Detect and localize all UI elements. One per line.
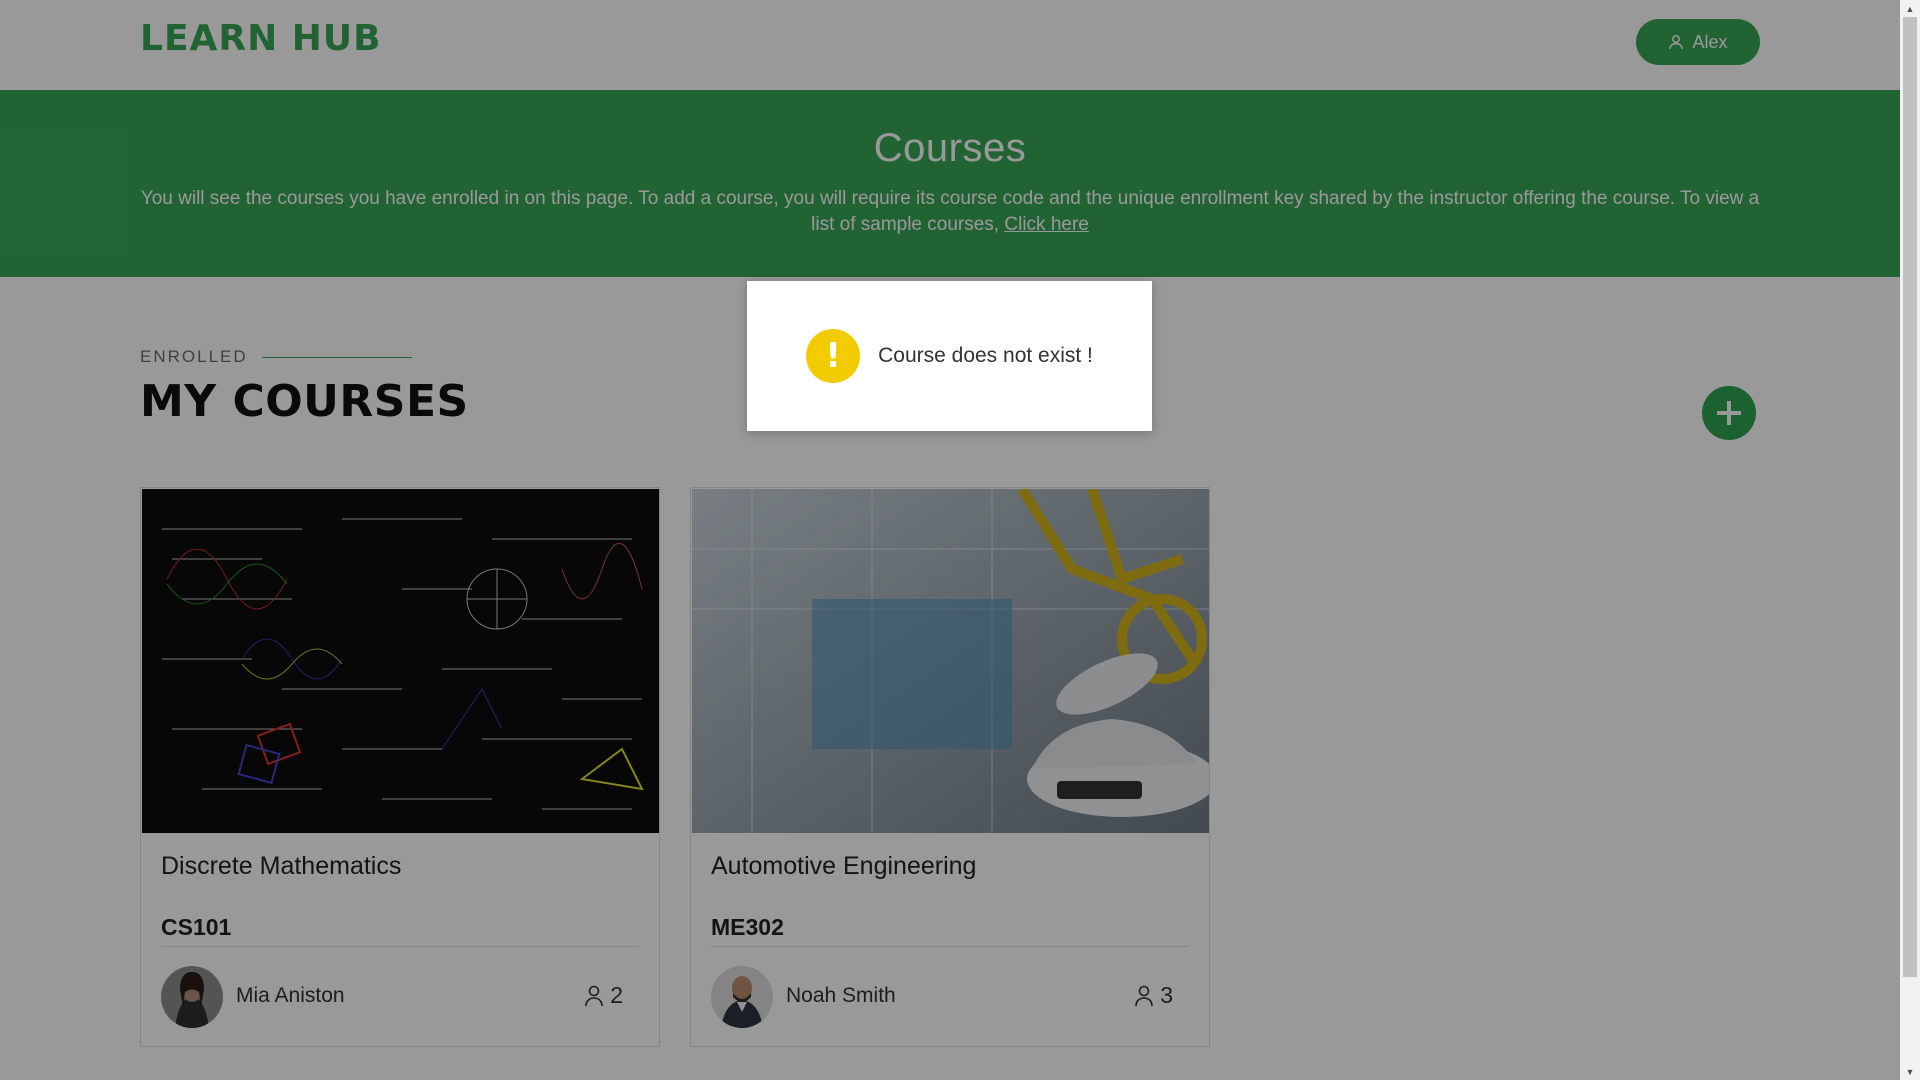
alert-message: Course does not exist ! bbox=[878, 344, 1093, 367]
alert-dialog: ! Course does not exist ! bbox=[747, 281, 1152, 431]
warning-icon: ! bbox=[806, 329, 861, 383]
scroll-up-arrow-icon[interactable]: ▲ bbox=[1900, 0, 1920, 17]
scrollbar-thumb[interactable] bbox=[1903, 17, 1917, 977]
vertical-scrollbar[interactable]: ▲ ▼ bbox=[1900, 0, 1920, 1080]
page: LEARN HUB Alex Courses You will see the … bbox=[0, 0, 1900, 1080]
modal-overlay[interactable] bbox=[0, 0, 1900, 1080]
scroll-down-arrow-icon[interactable]: ▼ bbox=[1900, 1063, 1920, 1080]
